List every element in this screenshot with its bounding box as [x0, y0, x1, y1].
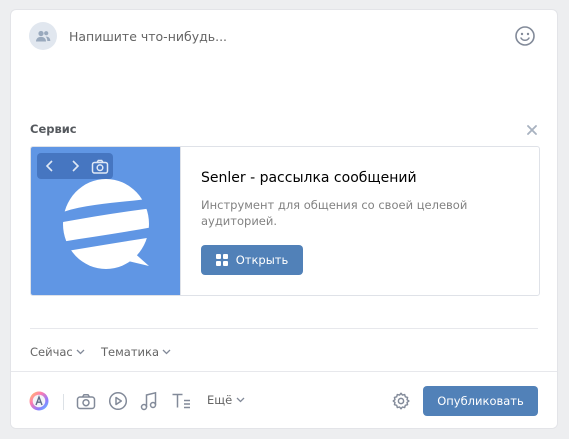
change-image-button[interactable]	[89, 155, 111, 177]
attach-music-button[interactable]	[138, 390, 160, 412]
text-format-button[interactable]	[170, 390, 192, 412]
topic-dropdown[interactable]: Тематика	[101, 345, 171, 359]
post-text-input[interactable]	[69, 26, 489, 46]
app-attachment-card: Senler - рассылка сообщений Инструмент д…	[30, 146, 540, 296]
close-icon	[527, 125, 537, 135]
emoji-button[interactable]	[513, 24, 537, 48]
app-thumbnail	[31, 147, 181, 295]
video-play-icon	[108, 391, 128, 411]
chevron-down-icon	[236, 397, 245, 403]
post-composer-card: Сервис	[10, 9, 558, 429]
smile-icon	[515, 26, 535, 46]
thumbnail-divider	[180, 147, 181, 295]
camera-icon	[76, 393, 96, 409]
post-settings-button[interactable]	[390, 390, 412, 412]
chevron-down-icon	[162, 349, 171, 355]
color-circle-icon	[29, 391, 49, 411]
attach-photo-button[interactable]	[75, 390, 97, 412]
open-app-button[interactable]: Открыть	[201, 245, 303, 275]
text-format-icon	[172, 393, 190, 409]
avatar	[29, 22, 57, 50]
camera-icon	[92, 159, 109, 174]
toolbar-separator	[63, 394, 64, 410]
open-app-label: Открыть	[235, 253, 289, 267]
next-image-button[interactable]	[64, 155, 86, 177]
chevron-down-icon	[76, 349, 85, 355]
more-attachments-button[interactable]: Ещё	[207, 393, 245, 407]
post-time-label: Сейчас	[30, 345, 73, 359]
more-label: Ещё	[207, 393, 233, 407]
gear-icon	[392, 392, 410, 410]
divider	[30, 328, 538, 329]
app-title: Senler - рассылка сообщений	[201, 170, 417, 186]
remove-attachment-button[interactable]	[525, 122, 539, 136]
users-icon	[36, 30, 51, 42]
post-time-dropdown[interactable]: Сейчас	[30, 345, 85, 359]
background-color-button[interactable]	[28, 390, 50, 412]
attach-video-button[interactable]	[107, 390, 129, 412]
attachment-section-title: Сервис	[30, 122, 77, 136]
publish-button[interactable]: Опубликовать	[423, 386, 538, 416]
app-description: Инструмент для общения со своей целевой …	[201, 198, 468, 228]
apps-grid-icon	[215, 254, 228, 266]
music-note-icon	[140, 391, 157, 411]
chevron-left-icon	[45, 160, 53, 172]
thumbnail-controls	[37, 153, 113, 179]
prev-image-button[interactable]	[39, 155, 61, 177]
chevron-right-icon	[72, 160, 80, 172]
composer-toolbar: Ещё Опубликовать	[11, 371, 557, 428]
topic-label: Тематика	[101, 345, 159, 359]
